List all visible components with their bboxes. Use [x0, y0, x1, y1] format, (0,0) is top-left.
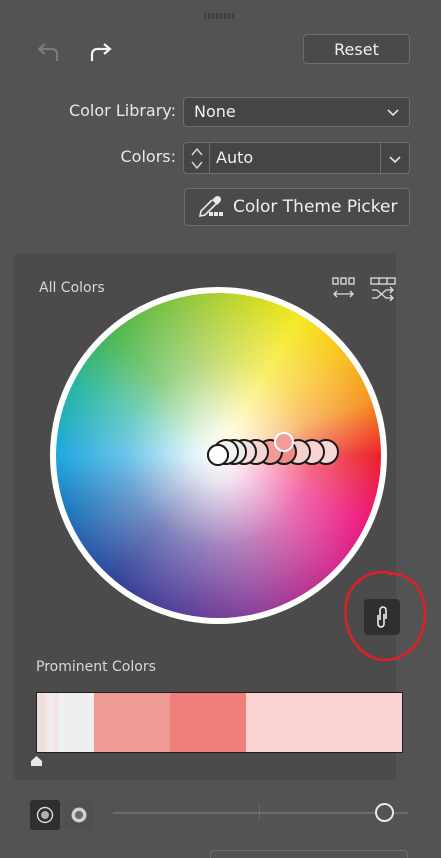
prominent-color-swatch[interactable]	[94, 693, 171, 752]
brightness-view-button[interactable]	[30, 800, 60, 830]
prominent-colors-bar[interactable]	[36, 692, 403, 753]
selected-color-handle[interactable]	[274, 432, 294, 452]
brightness-slider-thumb[interactable]	[375, 803, 394, 822]
link-harmony-button[interactable]	[364, 599, 400, 635]
prominent-color-swatch[interactable]	[57, 693, 95, 752]
prominent-color-swatch[interactable]	[246, 693, 402, 752]
link-icon	[377, 606, 387, 628]
prominent-color-swatch[interactable]	[170, 693, 247, 752]
brightness-icon	[36, 806, 54, 824]
bottom-control[interactable]	[210, 850, 408, 858]
brightness-slider-track[interactable]	[113, 812, 408, 814]
base-color-handle-top[interactable]	[207, 444, 229, 466]
saturation-icon	[71, 807, 87, 823]
prominent-colors-label: Prominent Colors	[36, 659, 156, 675]
saturation-view-button[interactable]	[64, 800, 94, 830]
range-marker[interactable]	[30, 755, 43, 767]
slider-center-tick	[259, 804, 260, 820]
